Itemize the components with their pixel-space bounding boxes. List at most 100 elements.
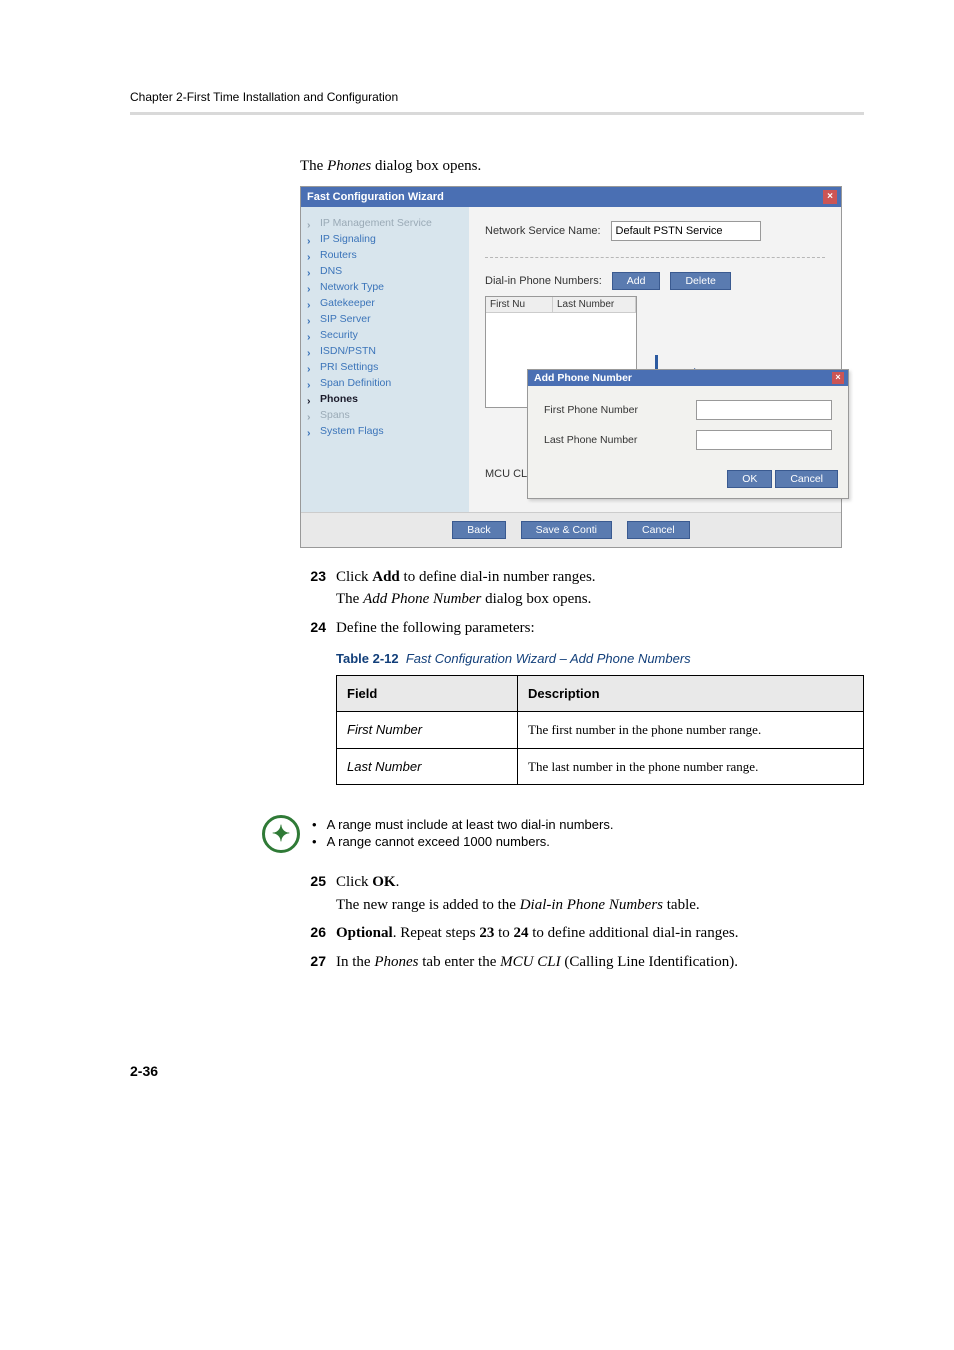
nav-label: ISDN/PSTN — [320, 345, 376, 357]
close-icon[interactable]: × — [832, 372, 844, 384]
text: to — [494, 925, 513, 941]
chevron-right-icon — [307, 283, 314, 290]
text-bold: Optional — [336, 925, 393, 941]
nav-label: Gatekeeper — [320, 297, 375, 309]
chevron-right-icon — [307, 347, 314, 354]
text: The — [300, 158, 327, 174]
nav-label: Network Type — [320, 281, 384, 293]
text: Click — [336, 569, 372, 585]
text-em: Add Phone Number — [363, 591, 481, 607]
chevron-right-icon — [307, 299, 314, 306]
text: Define the following parameters: — [336, 617, 864, 640]
service-name-input[interactable] — [611, 221, 761, 241]
nav-label: Spans — [320, 409, 350, 421]
nav-isdn-pstn[interactable]: ISDN/PSTN — [305, 343, 465, 359]
nav-sip-server[interactable]: SIP Server — [305, 311, 465, 327]
nav-label: SIP Server — [320, 313, 371, 325]
page-number: 2-36 — [130, 1063, 864, 1079]
note-item: A range cannot exceed 1000 numbers. — [312, 834, 613, 849]
text: (Calling Line Identification). — [561, 954, 738, 970]
nav-label: IP Management Service — [320, 217, 432, 229]
chevron-right-icon — [307, 331, 314, 338]
nav-label: DNS — [320, 265, 342, 277]
nav-security[interactable]: Security — [305, 327, 465, 343]
window-title: Fast Configuration Wizard — [307, 191, 444, 203]
parameters-table: Field Description First Number The first… — [336, 675, 864, 786]
text-bold: OK — [372, 874, 395, 890]
note-icon: ✦ — [262, 815, 300, 853]
nav-system-flags[interactable]: System Flags — [305, 423, 465, 439]
intro-text: The Phones dialog box opens. — [300, 155, 864, 178]
nav-label: Phones — [320, 393, 358, 405]
ok-button[interactable]: OK — [727, 470, 772, 488]
first-phone-label: First Phone Number — [544, 404, 638, 416]
add-button[interactable]: Add — [612, 272, 661, 290]
screenshot-wizard: Fast Configuration Wizard × IP Managemen… — [300, 186, 840, 548]
step-number: 25 — [300, 871, 326, 916]
nav-label: Security — [320, 329, 358, 341]
chevron-right-icon — [307, 395, 314, 402]
last-phone-input[interactable] — [696, 430, 832, 450]
text-em: Dial-in Phone Numbers — [520, 897, 663, 913]
nav-phones[interactable]: Phones — [305, 391, 465, 407]
nav-network-type[interactable]: Network Type — [305, 279, 465, 295]
nav-routers[interactable]: Routers — [305, 247, 465, 263]
wizard-sidebar: IP Management Service IP Signaling Route… — [301, 207, 469, 512]
text: to define additional dial-in ranges. — [529, 925, 739, 941]
save-continue-button[interactable]: Save & Conti — [521, 521, 612, 539]
text: In the — [336, 954, 374, 970]
chevron-right-icon — [307, 251, 314, 258]
window-titlebar: Fast Configuration Wizard × — [301, 187, 841, 207]
service-name-label: Network Service Name: — [485, 225, 601, 237]
chevron-right-icon — [307, 235, 314, 242]
cell-desc: The first number in the phone number ran… — [518, 712, 864, 749]
popup-title: Add Phone Number — [534, 372, 632, 384]
nav-span-definition[interactable]: Span Definition — [305, 375, 465, 391]
divider — [485, 257, 825, 258]
nav-ip-management[interactable]: IP Management Service — [305, 215, 465, 231]
table-row: First Number The first number in the pho… — [337, 712, 864, 749]
nav-dns[interactable]: DNS — [305, 263, 465, 279]
close-icon[interactable]: × — [823, 190, 837, 204]
last-phone-label: Last Phone Number — [544, 434, 637, 446]
step-number: 23 — [300, 566, 326, 611]
text: Click — [336, 874, 372, 890]
chevron-right-icon — [307, 267, 314, 274]
cell-desc: The last number in the phone number rang… — [518, 748, 864, 785]
table-row: Last Number The last number in the phone… — [337, 748, 864, 785]
delete-button[interactable]: Delete — [670, 272, 730, 290]
col-field: Field — [337, 675, 518, 712]
first-phone-input[interactable] — [696, 400, 832, 420]
nav-ip-signaling[interactable]: IP Signaling — [305, 231, 465, 247]
step-23: 23 Click Add to define dial-in number ra… — [300, 566, 864, 611]
text-em: MCU CLI — [500, 954, 560, 970]
col-last-number: Last Number — [553, 297, 636, 312]
text-em: Phones — [374, 954, 418, 970]
nav-spans[interactable]: Spans — [305, 407, 465, 423]
chevron-right-icon — [307, 379, 314, 386]
wizard-main: Network Service Name: Dial-in Phone Numb… — [469, 207, 841, 512]
step-number: 26 — [300, 922, 326, 945]
nav-pri-settings[interactable]: PRI Settings — [305, 359, 465, 375]
note-item: A range must include at least two dial-i… — [312, 817, 613, 832]
nav-label: Span Definition — [320, 377, 391, 389]
text: The new range is added to the — [336, 897, 520, 913]
cancel-button[interactable]: Cancel — [775, 470, 838, 488]
text: dialog box opens. — [481, 591, 591, 607]
text: The — [336, 591, 363, 607]
table-caption: Table 2-12 Fast Configuration Wizard – A… — [336, 649, 864, 669]
note-block: ✦ A range must include at least two dial… — [262, 815, 864, 853]
nav-label: IP Signaling — [320, 233, 376, 245]
back-button[interactable]: Back — [452, 521, 505, 539]
cancel-button[interactable]: Cancel — [627, 521, 690, 539]
text: table. — [663, 897, 700, 913]
add-phone-number-dialog: Add Phone Number × First Phone Number La… — [527, 369, 849, 499]
chevron-right-icon — [307, 427, 314, 434]
chevron-right-icon — [307, 411, 314, 418]
step-number: 27 — [300, 951, 326, 974]
cell-field: First Number — [337, 712, 518, 749]
chevron-right-icon — [307, 363, 314, 370]
text-bold: Add — [372, 569, 400, 585]
nav-label: Routers — [320, 249, 357, 261]
nav-gatekeeper[interactable]: Gatekeeper — [305, 295, 465, 311]
